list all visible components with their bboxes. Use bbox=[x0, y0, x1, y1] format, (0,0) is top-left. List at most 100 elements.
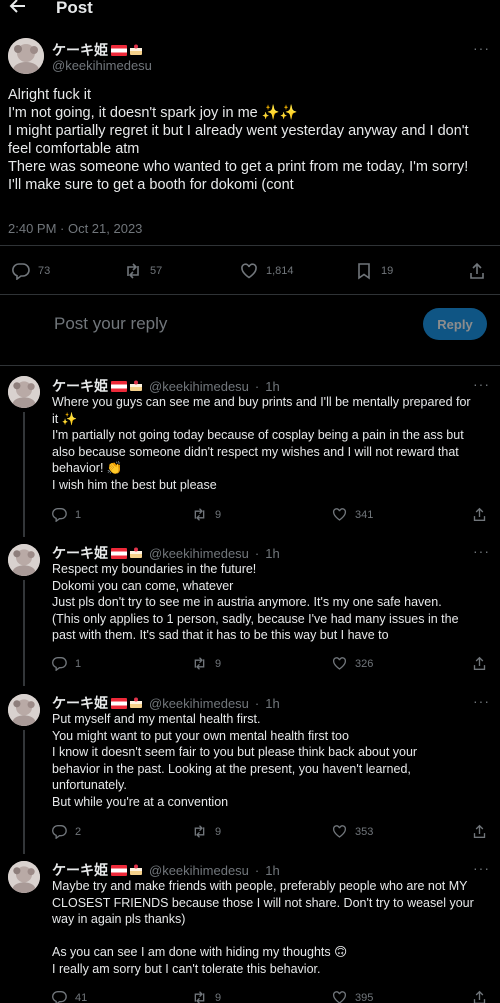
like-action[interactable]: 353 bbox=[332, 824, 373, 839]
avatar[interactable] bbox=[8, 694, 40, 726]
post-text: Alright fuck it I'm not going, it doesn'… bbox=[8, 87, 469, 193]
tweet-header: ケーキ姫 @keekihimedesu · 1h bbox=[52, 543, 280, 563]
avatar[interactable] bbox=[8, 38, 44, 74]
username-handle[interactable]: @keekihimedesu bbox=[149, 546, 249, 561]
share-icon bbox=[473, 824, 486, 838]
repost-action[interactable]: 57 bbox=[124, 262, 162, 280]
repost-action[interactable]: 9 bbox=[192, 824, 221, 839]
cake-emoji-icon bbox=[130, 547, 142, 558]
divider bbox=[0, 365, 500, 366]
thread-connector bbox=[23, 412, 25, 537]
reply-action[interactable]: 1 bbox=[52, 656, 81, 671]
cake-emoji-icon bbox=[130, 697, 142, 708]
divider bbox=[0, 245, 500, 246]
tweet-header: ケーキ姫 @keekihimedesu · 1h bbox=[52, 860, 280, 880]
like-action[interactable]: 1,814 bbox=[240, 262, 294, 280]
reply-action[interactable]: 41 bbox=[52, 990, 87, 1003]
display-name[interactable]: ケーキ姫 bbox=[52, 40, 143, 60]
share-icon bbox=[473, 656, 486, 670]
austria-flag-icon bbox=[111, 698, 127, 709]
separator-dot: · bbox=[254, 862, 260, 878]
thread-connector bbox=[23, 730, 25, 854]
more-options-icon[interactable]: ··· bbox=[473, 376, 490, 392]
austria-flag-icon bbox=[111, 381, 127, 392]
share-action[interactable] bbox=[468, 262, 486, 280]
like-action[interactable]: 341 bbox=[332, 507, 373, 522]
like-action[interactable]: 395 bbox=[332, 990, 373, 1003]
austria-flag-icon bbox=[111, 548, 127, 559]
share-action[interactable] bbox=[472, 507, 487, 522]
share-action[interactable] bbox=[472, 824, 487, 839]
username-handle[interactable]: @keekihimedesu bbox=[149, 379, 249, 394]
avatar[interactable] bbox=[8, 861, 40, 893]
more-options-icon[interactable]: ··· bbox=[473, 40, 490, 56]
heart-icon bbox=[241, 263, 257, 279]
heart-icon bbox=[332, 991, 347, 1003]
tweet-header: ケーキ姫 @keekihimedesu · 1h bbox=[52, 693, 280, 713]
repost-icon bbox=[194, 825, 205, 838]
post-time[interactable]: 1h bbox=[265, 546, 279, 561]
tweet-header: ケーキ姫 @keekihimedesu · 1h bbox=[52, 376, 280, 396]
tweet-text: Where you guys can see me and buy prints… bbox=[52, 395, 471, 492]
tweet-text: Respect my boundaries in the future! Doko… bbox=[52, 562, 459, 642]
post-time[interactable]: 1h bbox=[265, 379, 279, 394]
austria-flag-icon bbox=[111, 865, 127, 876]
avatar[interactable] bbox=[8, 376, 40, 408]
cake-emoji-icon bbox=[130, 44, 142, 55]
share-action[interactable] bbox=[472, 656, 487, 671]
austria-flag-icon bbox=[111, 45, 127, 56]
repost-action[interactable]: 9 bbox=[192, 507, 221, 522]
post-time[interactable]: 1h bbox=[265, 696, 279, 711]
more-options-icon[interactable]: ··· bbox=[473, 693, 490, 709]
heart-icon bbox=[332, 657, 347, 670]
tweet-text: Maybe try and make friends with people, … bbox=[52, 879, 474, 976]
thread-connector bbox=[23, 580, 25, 686]
repost-action[interactable]: 9 bbox=[192, 990, 221, 1003]
cake-emoji-icon bbox=[130, 864, 142, 875]
divider bbox=[0, 294, 500, 295]
display-name[interactable]: ケーキ姫 bbox=[52, 693, 143, 713]
reply-action[interactable]: 2 bbox=[52, 824, 81, 839]
share-action[interactable] bbox=[472, 990, 487, 1003]
separator-dot: · bbox=[254, 378, 260, 394]
separator-dot: · bbox=[254, 695, 260, 711]
username-handle[interactable]: @keekihimedesu bbox=[52, 58, 152, 73]
username-handle[interactable]: @keekihimedesu bbox=[149, 863, 249, 878]
reply-icon bbox=[52, 507, 67, 522]
repost-icon bbox=[194, 508, 205, 521]
display-name[interactable]: ケーキ姫 bbox=[52, 543, 143, 563]
share-icon bbox=[470, 262, 484, 279]
reply-action[interactable]: 1 bbox=[52, 507, 81, 522]
back-arrow-icon[interactable] bbox=[8, 0, 38, 26]
post-timestamp[interactable]: 2:40 PM · Oct 21, 2023 bbox=[8, 221, 142, 236]
reply-input[interactable]: Post your reply bbox=[54, 314, 167, 334]
more-options-icon[interactable]: ··· bbox=[473, 543, 490, 559]
repost-icon bbox=[194, 657, 205, 670]
avatar[interactable] bbox=[8, 544, 40, 576]
bookmark-icon bbox=[358, 263, 370, 280]
display-name[interactable]: ケーキ姫 bbox=[52, 860, 143, 880]
heart-icon bbox=[332, 825, 347, 838]
display-name[interactable]: ケーキ姫 bbox=[52, 376, 143, 396]
share-icon bbox=[473, 507, 486, 521]
repost-icon bbox=[194, 991, 205, 1003]
username-handle[interactable]: @keekihimedesu bbox=[149, 696, 249, 711]
repost-action[interactable]: 9 bbox=[192, 656, 221, 671]
heart-icon bbox=[332, 508, 347, 521]
more-options-icon[interactable]: ··· bbox=[473, 860, 490, 876]
top-bar: Post bbox=[0, 0, 500, 30]
like-action[interactable]: 326 bbox=[332, 656, 373, 671]
post-time[interactable]: 1h bbox=[265, 863, 279, 878]
reply-icon bbox=[12, 263, 30, 280]
reply-button[interactable]: Reply bbox=[423, 308, 487, 340]
separator-dot: · bbox=[254, 545, 260, 561]
reply-action[interactable]: 73 bbox=[12, 262, 50, 280]
cake-emoji-icon bbox=[130, 380, 142, 391]
tweet-text: Put myself and my mental health first. Yo… bbox=[52, 712, 418, 809]
bookmark-action[interactable]: 19 bbox=[355, 262, 393, 280]
reply-icon bbox=[52, 824, 67, 839]
reply-icon bbox=[52, 990, 67, 1003]
share-icon bbox=[473, 990, 486, 1003]
repost-icon bbox=[127, 263, 139, 279]
reply-icon bbox=[52, 656, 67, 671]
